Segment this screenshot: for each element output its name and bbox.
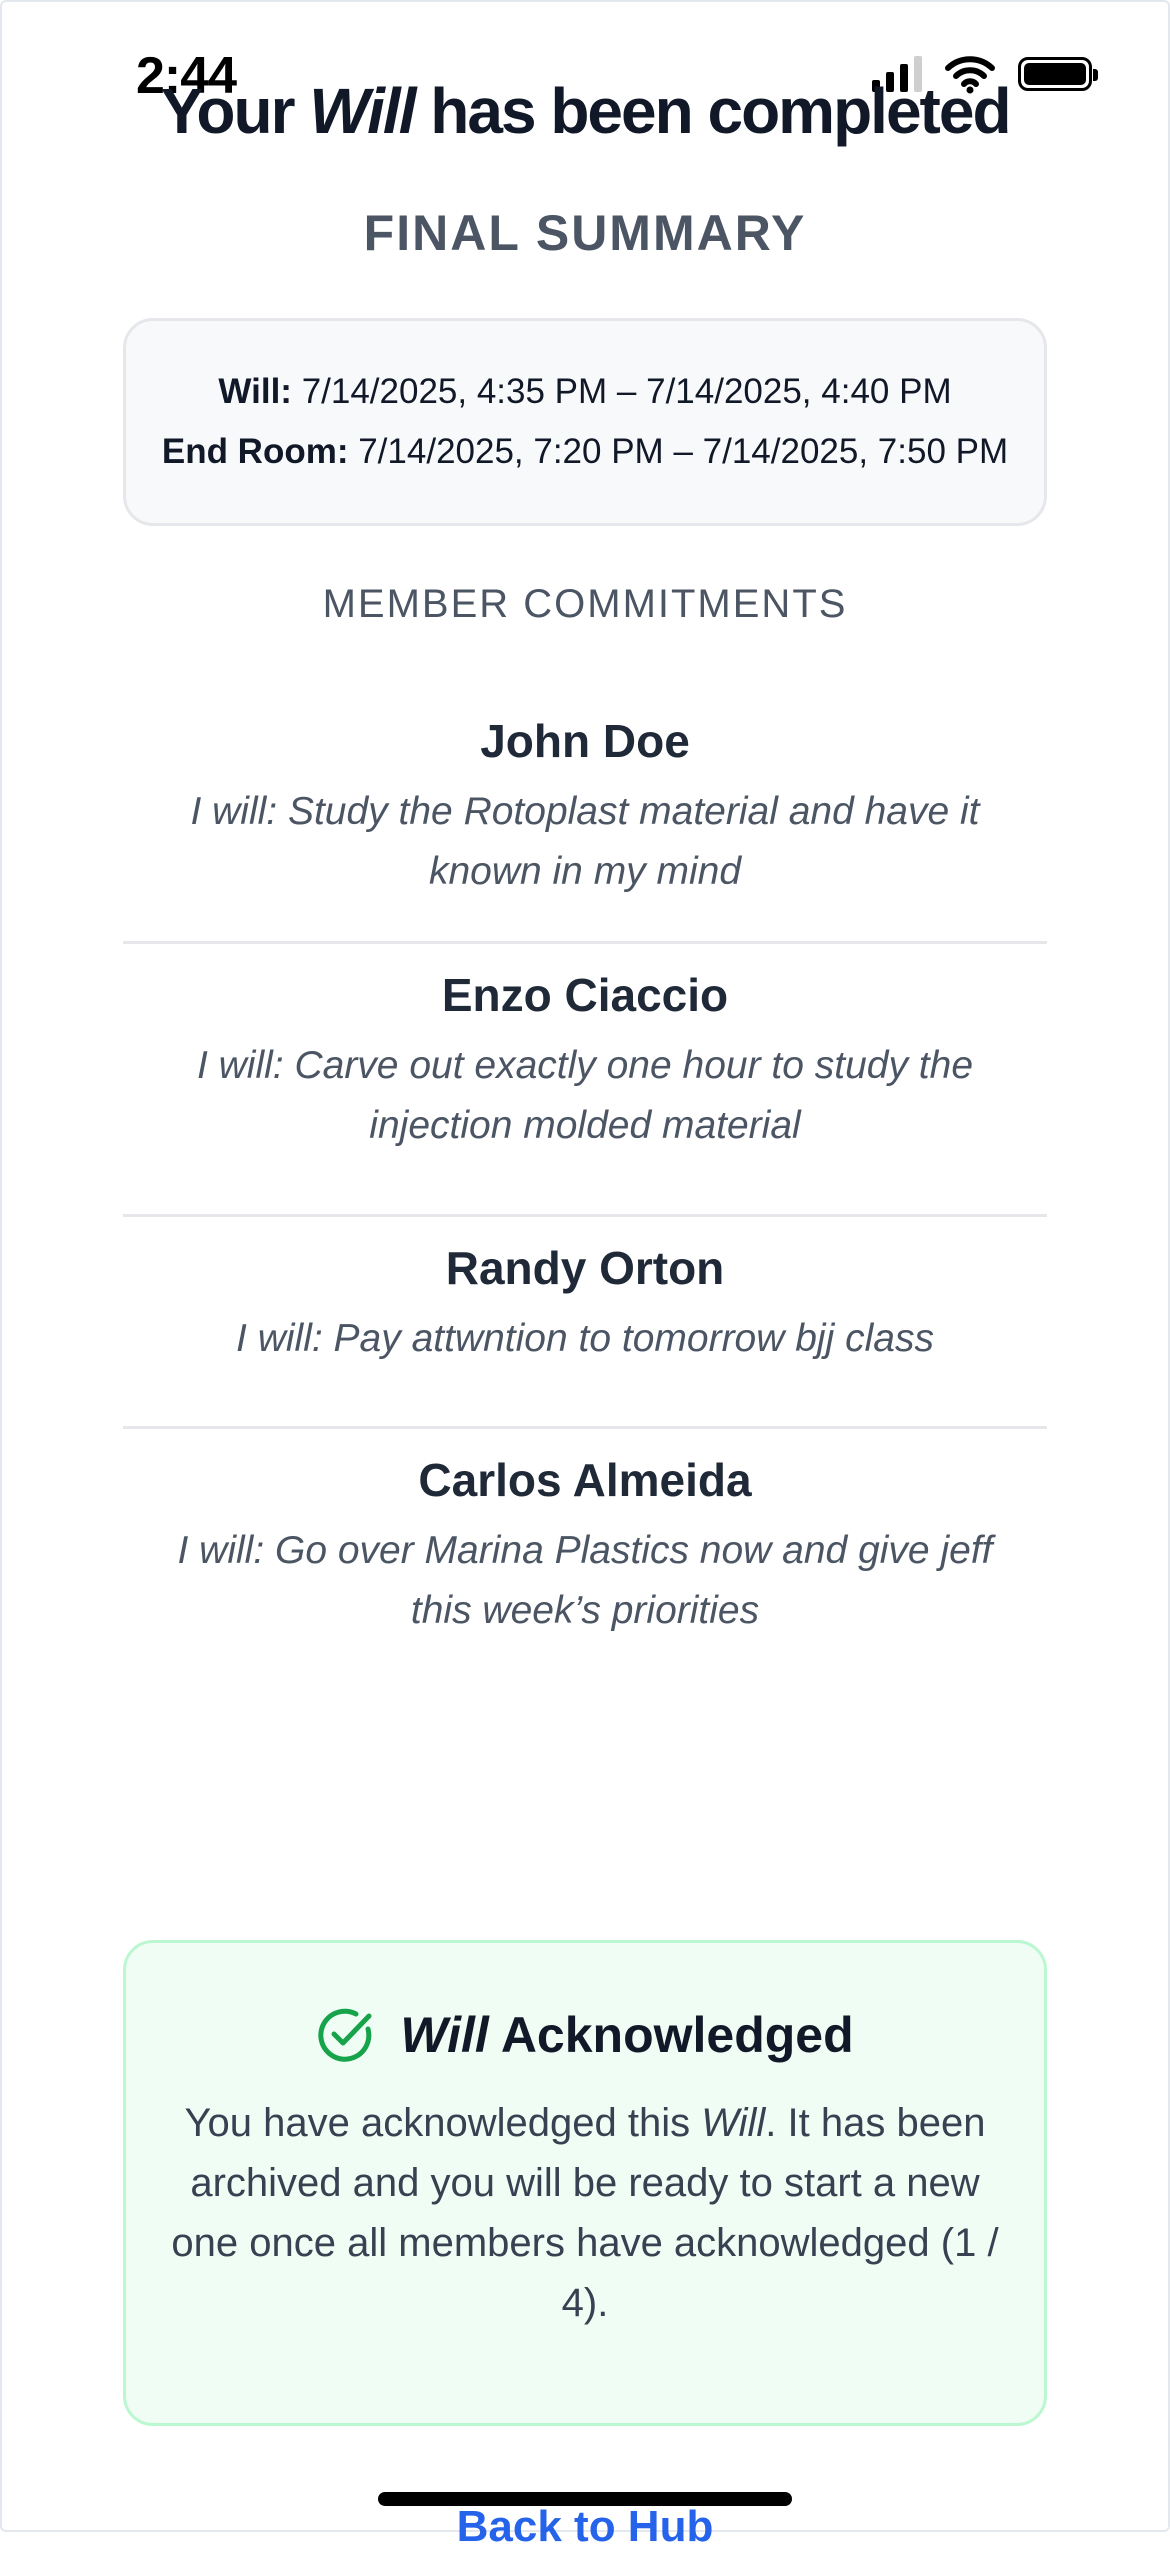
will-time-row: Will: 7/14/2025, 4:35 PM – 7/14/2025, 4:… <box>218 372 951 412</box>
acknowledged-message: You have acknowledged this Will. It has … <box>171 2101 999 2325</box>
will-label: Will: <box>218 372 292 411</box>
will-time-range: 7/14/2025, 4:35 PM – 7/14/2025, 4:40 PM <box>301 372 952 411</box>
check-circle-icon <box>318 2008 372 2062</box>
member-commitment: I will: Carve out exactly one hour to st… <box>196 1044 974 1147</box>
member-item: Enzo Ciaccio I will: Carve out exactly o… <box>123 944 1047 1217</box>
acknowledged-card: Will Acknowledged You have acknowledged … <box>123 1940 1047 2426</box>
end-room-time-row: End Room: 7/14/2025, 7:20 PM – 7/14/2025… <box>162 432 1008 472</box>
member-name: Enzo Ciaccio <box>441 969 729 1021</box>
end-room-label: End Room: <box>161 432 349 471</box>
member-name: Randy Orton <box>445 1242 725 1294</box>
back-to-hub-link[interactable]: Back to Hub <box>0 2502 1170 2552</box>
member-commitments-list: John Doe I will: Study the Rotoplast mat… <box>123 690 1047 1689</box>
member-item: Randy Orton I will: Pay attwntion to tom… <box>123 1217 1047 1429</box>
member-commitment: I will: Study the Rotoplast material and… <box>190 790 980 893</box>
end-room-time-range: 7/14/2025, 7:20 PM – 7/14/2025, 7:50 PM <box>358 432 1009 471</box>
member-item: Carlos Almeida I will: Go over Marina Pl… <box>123 1429 1047 1689</box>
summary-card: Will: 7/14/2025, 4:35 PM – 7/14/2025, 4:… <box>123 318 1047 526</box>
page-subtitle: FINAL SUMMARY <box>363 205 807 261</box>
home-indicator <box>378 2492 792 2506</box>
member-commitments-heading: MEMBER COMMITMENTS <box>322 582 848 626</box>
acknowledged-title: Will Acknowledged <box>400 2007 854 2063</box>
page-title: Your Will has been completed <box>160 75 1011 147</box>
member-name: John Doe <box>480 715 690 767</box>
member-item: John Doe I will: Study the Rotoplast mat… <box>123 690 1047 944</box>
member-name: Carlos Almeida <box>418 1454 752 1506</box>
member-commitment: I will: Go over Marina Plastics now and … <box>177 1529 993 1632</box>
member-commitment: I will: Pay attwntion to tomorrow bjj cl… <box>236 1317 934 1360</box>
acknowledged-header: Will Acknowledged <box>126 2005 1044 2065</box>
